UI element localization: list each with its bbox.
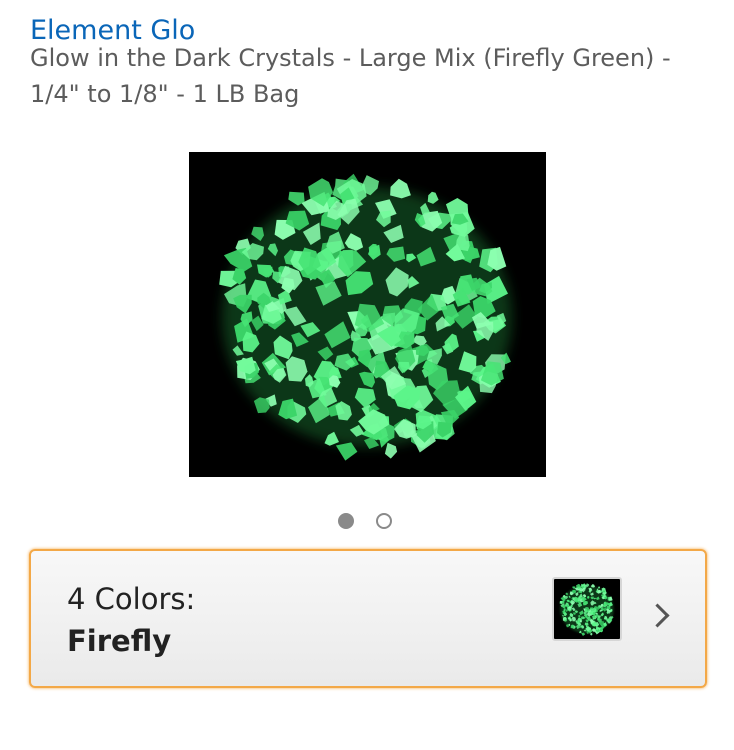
- glow-crystals-image: [219, 173, 512, 461]
- product-image[interactable]: [189, 152, 546, 477]
- color-variation-selector[interactable]: 4 Colors: Firefly: [29, 549, 707, 688]
- product-title: Glow in the Dark Crystals - Large Mix (F…: [30, 44, 671, 108]
- glow-crystals-thumbnail: [559, 583, 614, 636]
- variation-thumbnail: [552, 577, 622, 641]
- carousel-dot-inactive[interactable]: [376, 513, 392, 529]
- carousel-indicator: [338, 513, 392, 529]
- variation-label: 4 Colors:: [67, 582, 196, 616]
- variation-selected-value: Firefly: [67, 624, 172, 658]
- chevron-right-icon[interactable]: [645, 603, 670, 628]
- carousel-dot-active[interactable]: [338, 513, 354, 529]
